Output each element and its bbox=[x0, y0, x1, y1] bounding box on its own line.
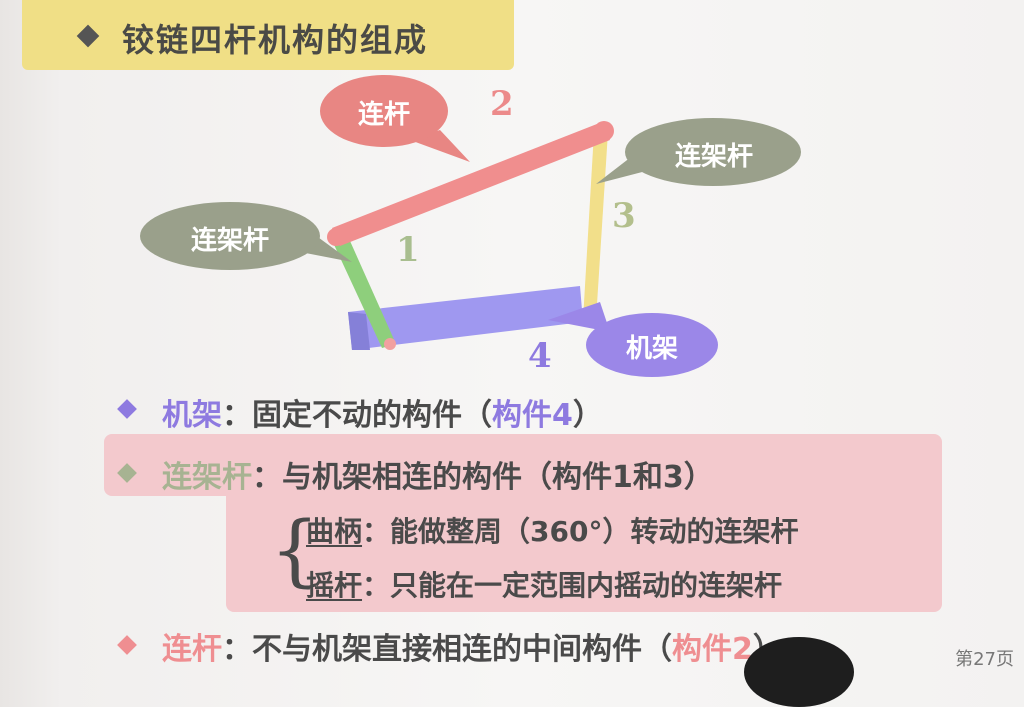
link-number-2: 2 bbox=[490, 84, 514, 124]
link-number-4: 4 bbox=[528, 336, 552, 376]
purple-diamond-icon bbox=[117, 399, 137, 419]
foreground-head-silhouette bbox=[744, 637, 854, 707]
term-crank: 曲柄 bbox=[306, 515, 363, 548]
side-link-callout-left-label: 连架杆 bbox=[190, 226, 269, 256]
link-number-3: 3 bbox=[612, 196, 636, 236]
ref-coupler: 构件2 bbox=[672, 632, 753, 667]
frame-callout-label: 机架 bbox=[625, 334, 678, 364]
side-link-callout-right-label: 连架杆 bbox=[674, 142, 753, 172]
page-number: 第27页 bbox=[955, 649, 1014, 670]
pink-diamond-icon bbox=[117, 635, 137, 655]
term-rocker: 摇杆 bbox=[306, 569, 363, 602]
joint-top-right bbox=[594, 121, 614, 141]
bullet-frame: 机架：固定不动的构件（构件4） bbox=[162, 398, 603, 433]
sub-item-rocker: 摇杆：只能在一定范围内摇动的连架杆 bbox=[306, 569, 783, 602]
ref-frame: 构件4 bbox=[492, 398, 573, 433]
joint-bottom-left bbox=[384, 338, 396, 350]
term-frame: 机架 bbox=[162, 398, 222, 433]
bullet-coupler: 连杆：不与机架直接相连的中间构件（构件2） bbox=[162, 632, 783, 667]
coupler-callout-label: 连杆 bbox=[357, 100, 410, 130]
sub-item-crank: 曲柄：能做整周（360°）转动的连架杆 bbox=[306, 515, 799, 548]
link-number-1: 1 bbox=[396, 230, 420, 270]
bullet-side-link: 连架杆：与机架相连的构件（构件1和3） bbox=[162, 460, 714, 495]
term-side-link: 连架杆 bbox=[162, 460, 252, 495]
four-bar-linkage-diagram bbox=[140, 75, 801, 377]
side-link-3 bbox=[583, 132, 608, 320]
term-coupler: 连杆 bbox=[162, 632, 222, 667]
joint-top-left bbox=[327, 228, 345, 246]
